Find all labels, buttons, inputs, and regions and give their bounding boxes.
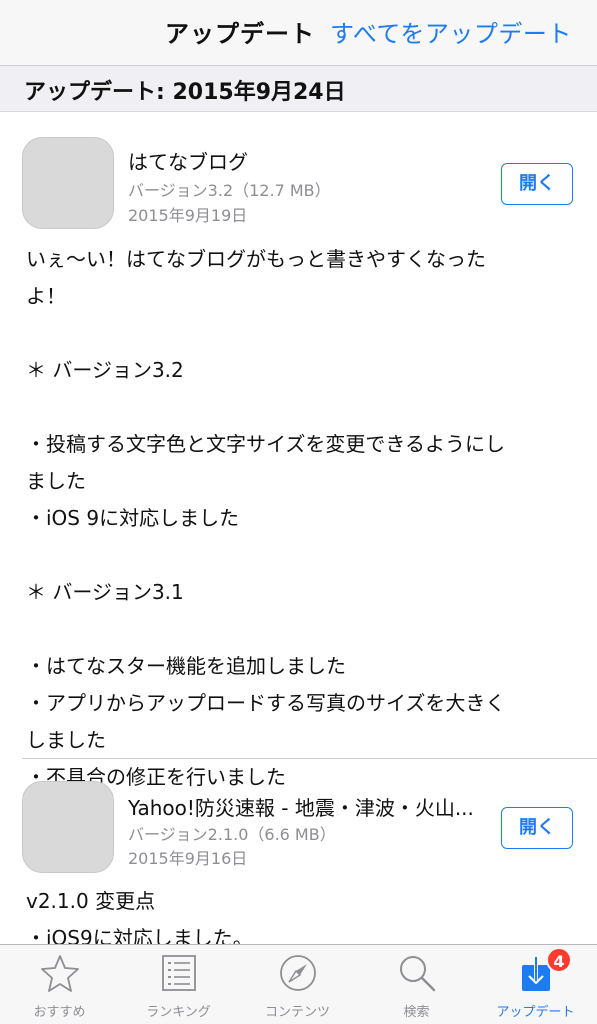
list-icon — [162, 955, 196, 991]
release-note-line — [26, 611, 566, 648]
release-notes: いぇ〜い！はてなブログがもっと書きやすくなった よ！ ＊ バージョン3.2 ・投… — [26, 241, 566, 796]
release-note-line: しました — [26, 728, 106, 752]
open-button[interactable]: 開く — [501, 163, 573, 205]
tab-label: 検索 — [403, 1005, 430, 1020]
app-name: Yahoo!防災速報 - 地震・津波・火山... — [128, 796, 474, 820]
app-icon[interactable] — [22, 137, 114, 229]
release-note-line: いぇ〜い！はてなブログがもっと書きやすくなった — [26, 247, 486, 271]
release-note-line — [26, 537, 566, 574]
tab-contents[interactable]: コンテンツ — [238, 945, 357, 1024]
release-note-line: ・はてなスター機能を追加しました — [26, 654, 346, 678]
tab-updates[interactable]: 4 アップデート — [476, 945, 595, 1024]
tab-bar: おすすめ ランキング コンテンツ 検索 4 アップデート — [0, 944, 597, 1024]
release-note-line: ＊ バージョン3.2 — [26, 358, 184, 382]
tab-label: おすすめ — [33, 1005, 86, 1020]
release-note-line: ・アプリからアップロードする写真のサイズを大きく — [26, 691, 506, 715]
release-note-line: ・iOS 9に対応しました — [26, 506, 240, 530]
app-version: バージョン2.1.0（6.6 MB） — [128, 825, 336, 844]
tab-label: コンテンツ — [264, 1005, 330, 1020]
tab-ranking[interactable]: ランキング — [119, 945, 238, 1024]
page-title: アップデート — [165, 20, 315, 48]
tab-search[interactable]: 検索 — [357, 945, 476, 1024]
navigation-bar: アップデート すべてをアップデート — [0, 0, 597, 66]
section-header: アップデート: 2015年9月24日 — [0, 66, 597, 112]
tab-label: ランキング — [146, 1005, 211, 1020]
section-title: アップデート: 2015年9月24日 — [24, 80, 346, 105]
open-button[interactable]: 開く — [501, 807, 573, 849]
compass-icon — [280, 955, 316, 991]
release-note-line: ました — [26, 469, 86, 493]
app-update-item-hatena-blog: はてなブログ バージョン3.2（12.7 MB） 2015年9月19日 開く い… — [0, 113, 597, 789]
release-note-line: よ！ — [26, 284, 66, 308]
app-date: 2015年9月19日 — [128, 206, 248, 225]
release-note-line: v2.1.0 変更点 — [26, 889, 156, 913]
release-note-line: ・投稿する文字色と文字サイズを変更できるようにし — [26, 432, 505, 456]
release-note-line — [26, 389, 566, 426]
update-all-button[interactable]: すべてをアップデート — [330, 14, 572, 49]
app-icon[interactable] — [22, 781, 114, 873]
tab-featured[interactable]: おすすめ — [0, 945, 119, 1024]
release-note-line — [26, 315, 566, 352]
release-note-line: ・iOS9に対応しました。 — [26, 926, 253, 944]
update-count-badge: 4 — [546, 947, 572, 973]
app-date: 2015年9月16日 — [128, 849, 248, 868]
app-update-item-yahoo-bousai: Yahoo!防災速報 - 地震・津波・火山... バージョン2.1.0（6.6 … — [0, 759, 597, 944]
app-version: バージョン3.2（12.7 MB） — [128, 181, 331, 200]
app-name: はてなブログ — [128, 150, 248, 174]
release-note-line: ＊ バージョン3.1 — [26, 580, 184, 604]
release-notes: v2.1.0 変更点 ・iOS9に対応しました。 — [26, 883, 566, 944]
tab-label: アップデート — [496, 1005, 575, 1020]
search-icon — [400, 956, 436, 992]
star-icon — [41, 955, 79, 992]
